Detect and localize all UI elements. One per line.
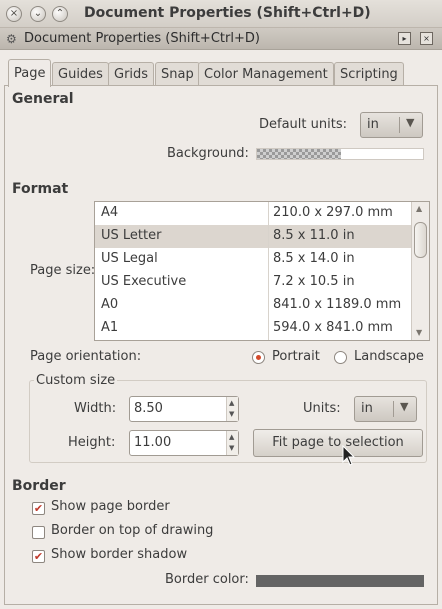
border-on-top-label[interactable]: Border on top of drawing — [51, 523, 213, 538]
decrement-icon[interactable]: ▼ — [229, 410, 234, 418]
height-value: 11.00 — [134, 435, 172, 450]
mouse-pointer-icon — [342, 445, 356, 466]
show-border-shadow-label[interactable]: Show border shadow — [51, 547, 187, 562]
page-size-scrollbar[interactable]: ▲ ▼ — [411, 202, 429, 340]
units-label: Units: — [303, 401, 341, 416]
dock-title: Document Properties (Shift+Ctrl+D) — [24, 31, 260, 46]
show-page-border-label[interactable]: Show page border — [51, 499, 170, 514]
portrait-radio[interactable] — [252, 351, 265, 364]
landscape-label[interactable]: Landscape — [354, 349, 424, 364]
dock-header: ⚙ Document Properties (Shift+Ctrl+D) ▸ × — [0, 28, 442, 50]
format-heading: Format — [12, 181, 69, 197]
dock-iconify-icon[interactable]: ▸ — [398, 32, 411, 45]
scroll-down-icon[interactable]: ▼ — [416, 328, 422, 337]
list-item[interactable]: US Executive 7.2 x 10.5 in — [95, 271, 413, 294]
page-size-name: US Letter — [101, 228, 162, 243]
tab-grids[interactable]: Grids — [108, 62, 155, 87]
list-item[interactable]: US Legal 8.5 x 14.0 in — [95, 248, 413, 271]
page-size-dims: 594.0 x 841.0 mm — [273, 320, 393, 335]
page-size-list[interactable]: A4 210.0 x 297.0 mm US Letter 8.5 x 11.0 in… — [94, 201, 430, 341]
width-spinbox[interactable]: 8.50 ▲ ▼ — [129, 396, 239, 422]
increment-icon[interactable]: ▲ — [229, 433, 234, 441]
page-size-name: US Executive — [101, 274, 187, 289]
page-size-name: A0 — [101, 297, 119, 312]
list-item[interactable]: A0 841.0 x 1189.0 mm — [95, 294, 413, 317]
show-border-shadow-checkbox[interactable]: ✔ — [32, 550, 45, 563]
fit-page-to-selection-button[interactable]: Fit page to selection — [253, 429, 423, 457]
default-units-combo[interactable]: in ▼ — [360, 112, 423, 138]
tab-color-management[interactable]: Color Management — [198, 62, 334, 87]
window-title: Document Properties (Shift+Ctrl+D) — [84, 5, 371, 21]
page-size-dims: 210.0 x 297.0 mm — [273, 205, 393, 220]
height-spinbox[interactable]: 11.00 ▲ ▼ — [129, 430, 239, 456]
border-heading: Border — [12, 478, 66, 494]
page-size-name: US Legal — [101, 251, 158, 266]
page-orientation-label: Page orientation: — [30, 349, 142, 364]
close-window-icon[interactable]: × — [6, 6, 22, 22]
page-size-dims: 8.5 x 14.0 in — [273, 251, 355, 266]
border-on-top-checkbox[interactable] — [32, 526, 45, 539]
maximize-window-icon[interactable]: ⌃ — [52, 6, 68, 22]
list-item[interactable]: A1 594.0 x 841.0 mm — [95, 317, 413, 340]
height-label: Height: — [68, 435, 116, 450]
background-color-button[interactable] — [256, 148, 424, 160]
tab-page[interactable]: Page — [8, 59, 52, 87]
list-item[interactable]: A4 210.0 x 297.0 mm — [95, 202, 413, 225]
page-size-dims: 7.2 x 10.5 in — [273, 274, 355, 289]
portrait-label[interactable]: Portrait — [272, 349, 320, 364]
page-size-dims: 8.5 x 11.0 in — [273, 228, 355, 243]
border-color-label: Border color: — [165, 572, 249, 587]
dock-close-icon[interactable]: × — [420, 32, 433, 45]
tab-scripting[interactable]: Scripting — [334, 62, 404, 87]
custom-units-value: in — [361, 401, 373, 416]
page-size-label: Page size: — [30, 263, 96, 278]
page-size-dims: 841.0 x 1189.0 mm — [273, 297, 402, 312]
scroll-up-icon[interactable]: ▲ — [416, 204, 422, 213]
checkerboard-swatch — [257, 149, 341, 159]
width-value: 8.50 — [134, 401, 163, 416]
landscape-radio[interactable] — [334, 351, 347, 364]
custom-size-label: Custom size — [34, 373, 118, 388]
radio-selected-dot — [256, 355, 261, 360]
border-color-button[interactable] — [256, 575, 424, 587]
background-label: Background: — [167, 146, 249, 161]
decrement-icon[interactable]: ▼ — [229, 444, 234, 452]
tab-snap[interactable]: Snap — [155, 62, 200, 87]
chevron-down-icon: ▼ — [406, 116, 415, 129]
chevron-down-icon: ▼ — [400, 400, 409, 413]
page-size-name: A1 — [101, 320, 119, 335]
custom-units-combo[interactable]: in ▼ — [354, 396, 417, 422]
dock-grip-icon[interactable]: ⚙ — [6, 32, 20, 46]
increment-icon[interactable]: ▲ — [229, 399, 234, 407]
tab-guides[interactable]: Guides — [52, 62, 109, 87]
list-item[interactable]: US Letter 8.5 x 11.0 in — [95, 225, 413, 248]
general-heading: General — [12, 91, 74, 107]
minimize-window-icon[interactable]: ⌄ — [30, 6, 46, 22]
show-page-border-checkbox[interactable]: ✔ — [32, 502, 45, 515]
width-label: Width: — [74, 401, 117, 416]
default-units-value: in — [367, 117, 379, 132]
default-units-label: Default units: — [259, 117, 347, 132]
scrollbar-thumb[interactable] — [414, 222, 427, 258]
window-titlebar: × ⌄ ⌃ Document Properties (Shift+Ctrl+D) — [0, 0, 442, 28]
page-size-name: A4 — [101, 205, 119, 220]
